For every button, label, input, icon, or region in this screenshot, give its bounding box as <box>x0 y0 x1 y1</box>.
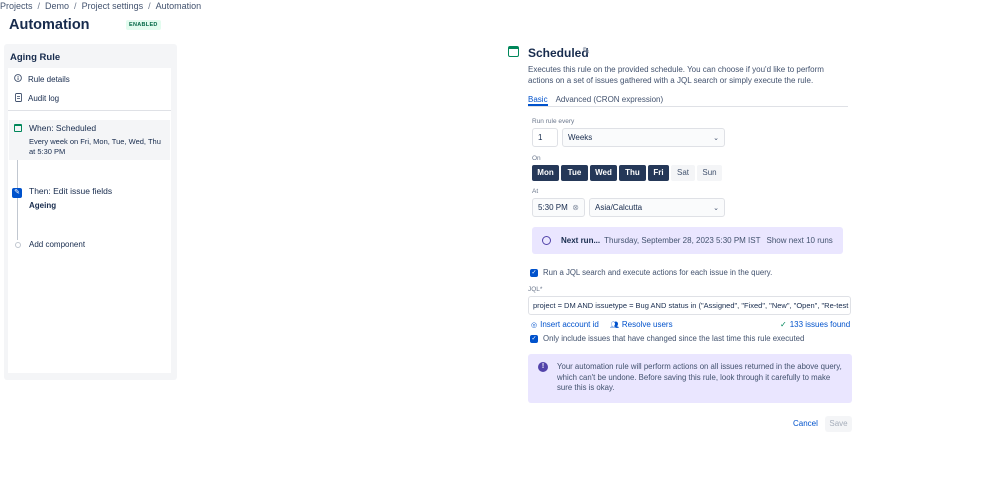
resolve-users-label: Resolve users <box>621 320 673 329</box>
sidebar-item-audit-log[interactable]: Audit log <box>13 93 59 104</box>
chevron-down-icon: ⌄ <box>713 134 719 142</box>
action-subtitle: Ageing <box>29 201 57 210</box>
day-tue[interactable]: Tue <box>561 165 588 181</box>
tab-basic[interactable]: Basic <box>528 95 548 106</box>
time-value: 5:30 PM <box>538 203 568 212</box>
jql-checkbox[interactable]: ✓ <box>530 268 538 277</box>
interval-unit-value: Weeks <box>568 133 593 142</box>
scheduled-title: Scheduled <box>528 46 589 60</box>
jql-checkbox-label: Run a JQL search and execute actions for… <box>543 268 773 277</box>
day-sun[interactable]: Sun <box>697 165 722 181</box>
document-icon <box>13 93 23 104</box>
timezone-select[interactable]: Asia/Calcutta ⌄ <box>589 198 725 217</box>
schedule-tabs: Basic Advanced (CRON expression) <box>528 95 848 107</box>
rule-name: Aging Rule <box>10 52 61 63</box>
day-sat[interactable]: Sat <box>671 165 695 181</box>
show-next-runs-link[interactable]: Show next 10 runs <box>767 236 833 245</box>
run-rule-every-label: Run rule every <box>532 118 575 125</box>
day-mon[interactable]: Mon <box>532 165 559 181</box>
breadcrumb-projects[interactable]: Projects <box>0 1 33 11</box>
calendar-icon <box>508 46 519 57</box>
next-run-value: Thursday, September 28, 2023 5:30 PM IST <box>604 236 761 245</box>
day-wed[interactable]: Wed <box>590 165 617 181</box>
timezone-value: Asia/Calcutta <box>595 203 643 212</box>
add-component-dot <box>15 242 21 248</box>
add-component-button[interactable]: Add component <box>29 240 85 249</box>
interval-value: 1 <box>538 133 543 142</box>
sidebar-item-label: Audit log <box>28 94 60 103</box>
day-selector: Mon Tue Wed Thu Fri Sat Sun <box>532 165 722 181</box>
cancel-button[interactable]: Cancel <box>793 419 818 428</box>
save-button[interactable]: Save <box>825 416 852 432</box>
next-run-label: Next run... <box>561 236 601 245</box>
rule-components-panel <box>8 68 171 373</box>
jql-label: JQL* <box>528 286 543 293</box>
only-changed-label: Only include issues that have changed si… <box>543 334 805 343</box>
only-changed-row: ✓ Only include issues that have changed … <box>530 334 804 343</box>
jql-checkbox-row: ✓ Run a JQL search and execute actions f… <box>530 268 772 277</box>
action-title[interactable]: Then: Edit issue fields <box>29 186 112 196</box>
time-input[interactable]: 5:30 PM ⊗ <box>532 198 585 217</box>
issues-found-label: 133 issues found <box>789 320 851 329</box>
breadcrumb: Projects / Demo / Project settings / Automatio… <box>0 1 202 11</box>
scheduled-description: Executes this rule on the provided sched… <box>528 65 824 85</box>
jql-input[interactable]: project = DM AND issuetype = Bug AND sta… <box>528 296 851 315</box>
sidebar-item-rule-details[interactable]: Rule details <box>13 74 70 84</box>
pencil-icon: ✎ <box>12 186 22 198</box>
sidebar-item-label: Rule details <box>28 74 70 84</box>
next-run-banner: Next run... Thursday, September 28, 2023… <box>532 227 843 254</box>
check-icon: ✓ <box>780 320 787 329</box>
insert-account-id-link[interactable]: ◎ Insert account id <box>531 320 599 329</box>
breadcrumb-automation[interactable]: Automation <box>156 1 202 11</box>
clock-icon <box>542 236 551 245</box>
issues-found-link[interactable]: ✓ 133 issues found <box>780 320 850 329</box>
only-changed-checkbox[interactable]: ✓ <box>530 334 538 343</box>
resolve-users-link[interactable]: 👥︎ Resolve users <box>610 320 673 329</box>
divider <box>8 110 171 111</box>
breadcrumb-demo[interactable]: Demo <box>45 1 69 11</box>
day-thu[interactable]: Thu <box>619 165 646 181</box>
at-label: At <box>532 188 539 195</box>
calendar-icon <box>14 124 22 134</box>
insert-account-id-label: Insert account id <box>540 320 599 329</box>
interval-unit-select[interactable]: Weeks ⌄ <box>562 128 725 147</box>
exclamation-icon: ! <box>538 362 548 372</box>
component-connector <box>17 160 18 240</box>
trigger-title: When: Scheduled <box>29 123 97 133</box>
breadcrumb-project-settings[interactable]: Project settings <box>82 1 144 11</box>
interval-value-input[interactable]: 1 <box>532 128 558 147</box>
status-badge: ENABLED <box>126 20 161 30</box>
warning-text: Your automation rule will perform action… <box>557 362 842 392</box>
user-icon: ◎ <box>531 321 538 329</box>
on-label: On <box>532 155 541 162</box>
chevron-down-icon: ⌄ <box>713 204 719 212</box>
edit-pencil-icon[interactable]: ✎ <box>582 46 590 57</box>
page-title: Automation <box>9 17 90 33</box>
trigger-description: Every week on Fri, Mon, Tue, Wed, Thu at… <box>29 137 161 156</box>
day-fri[interactable]: Fri <box>648 165 669 181</box>
users-icon: 👥︎ <box>610 321 619 329</box>
info-icon <box>13 74 23 84</box>
tab-advanced-cron[interactable]: Advanced (CRON expression) <box>556 95 664 106</box>
clear-time-icon[interactable]: ⊗ <box>572 203 579 212</box>
